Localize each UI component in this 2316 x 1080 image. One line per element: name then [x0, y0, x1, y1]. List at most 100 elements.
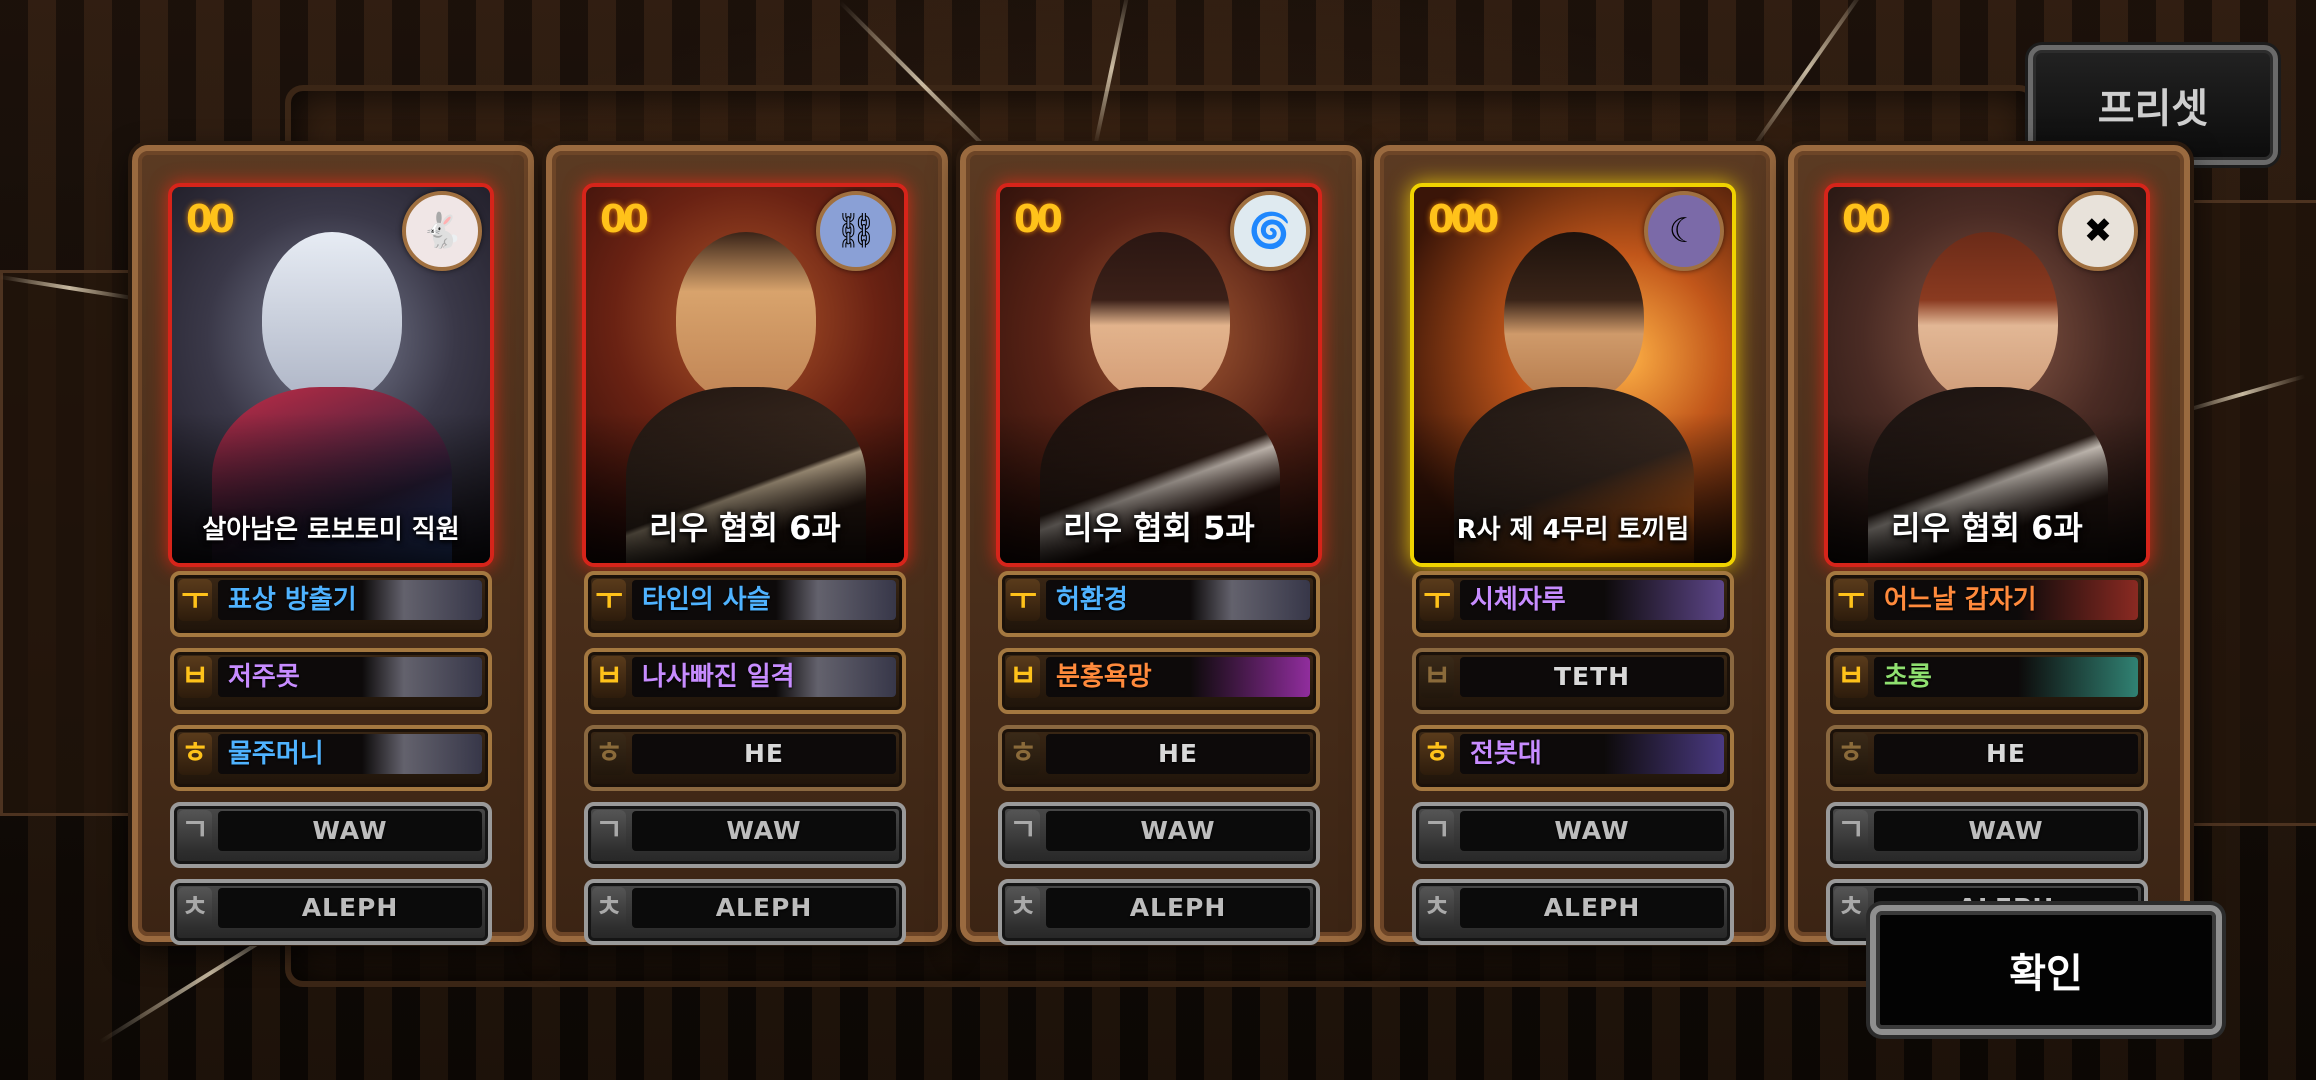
ego-thumbnail: [1604, 734, 1724, 774]
ego-bar: 저주못: [218, 657, 482, 697]
sinner-card[interactable]: 00 🐇 살아남은 로보토미 직원 ㅜ 표상 방출기 ㅂ 저주못 ㅎ 물주머니 ㄱ WA…: [132, 145, 534, 945]
portrait-figure: [1918, 232, 2058, 402]
ego-slot-aleph[interactable]: ㅊ ALEPH: [584, 879, 906, 945]
ego-label: 전봇대: [1470, 739, 1542, 769]
ego-label: HE: [1985, 739, 2026, 768]
waw-tier-icon: ㄱ: [1006, 810, 1040, 852]
waw-tier-icon: ㄱ: [1834, 810, 1868, 852]
ego-slot-waw[interactable]: ㄱ WAW: [170, 802, 492, 868]
teth-tier-icon: ㅂ: [1834, 656, 1868, 698]
ego-bar: HE: [1874, 734, 2138, 774]
stripe-emblem-icon: ✖: [2058, 191, 2138, 271]
ego-label: ALEPH: [715, 893, 813, 922]
rabbit-emblem-icon: 🐇: [402, 191, 482, 271]
ego-bar: HE: [1046, 734, 1310, 774]
sinner-card[interactable]: 00 ✖ 리우 협회 6과 ㅜ어느날 갑자기 ㅂ초롱 ㅎHE ㄱWAW ㅊALE…: [1788, 145, 2190, 945]
zayin-tier-icon: ㅜ: [1834, 579, 1868, 621]
waw-tier-icon: ㄱ: [178, 810, 212, 852]
ego-slot-waw[interactable]: ㄱ WAW: [1412, 802, 1734, 868]
ego-bar: WAW: [1874, 811, 2138, 851]
ego-slot-he[interactable]: ㅎ HE: [584, 725, 906, 791]
ego-bar: 물주머니: [218, 734, 482, 774]
ego-label: ALEPH: [301, 893, 399, 922]
ego-label: 타인의 사슬: [642, 585, 771, 615]
rank-indicator: 00: [600, 197, 649, 241]
ego-slot-aleph[interactable]: ㅊ ALEPH: [1412, 879, 1734, 945]
ego-slot-waw[interactable]: ㄱ WAW: [1826, 802, 2148, 868]
ego-slot-aleph[interactable]: ㅊ ALEPH: [998, 879, 1320, 945]
card-row: 00 🐇 살아남은 로보토미 직원 ㅜ 표상 방출기 ㅂ 저주못 ㅎ 물주머니 ㄱ WA…: [132, 145, 2190, 945]
ego-slot-he[interactable]: ㅎ HE: [998, 725, 1320, 791]
ego-bar: ALEPH: [1460, 888, 1724, 928]
ego-slot-teth[interactable]: ㅂ 저주못: [170, 648, 492, 714]
aleph-tier-icon: ㅊ: [1006, 887, 1040, 929]
card-portrait: 00 ⛓ 리우 협회 6과: [582, 183, 908, 567]
ego-bar: HE: [632, 734, 896, 774]
ego-slot-teth[interactable]: ㅂ TETH: [1412, 648, 1734, 714]
ego-thumbnail: [1190, 657, 1310, 697]
ego-slot-teth[interactable]: ㅂ 분홍욕망: [998, 648, 1320, 714]
ego-label: WAW: [312, 816, 388, 845]
sinner-card[interactable]: 00 ⛓ 리우 협회 6과 ㅜ 타인의 사슬 ㅂ 나사빠진 일격 ㅎ HE ㄱ WAW …: [546, 145, 948, 945]
sinner-card[interactable]: 00 🌀 리우 협회 5과 ㅜ 허환경 ㅂ 분홍욕망 ㅎ HE ㄱ WAW ㅊ ALEPH: [960, 145, 1362, 945]
zayin-tier-icon: ㅜ: [178, 579, 212, 621]
ego-slot-teth[interactable]: ㅂ 초롱: [1826, 648, 2148, 714]
sinner-card[interactable]: 000 ☾ R사 제 4무리 토끼팀 ㅜ 시체자루 ㅂ TETH ㅎ 전봇대 ㄱ WAW…: [1374, 145, 1776, 945]
card-portrait: 000 ☾ R사 제 4무리 토끼팀: [1410, 183, 1736, 567]
confirm-button[interactable]: 확인: [1870, 905, 2222, 1035]
waw-tier-icon: ㄱ: [1420, 810, 1454, 852]
ego-label: ALEPH: [1543, 893, 1641, 922]
ego-slots: ㅜ 표상 방출기 ㅂ 저주못 ㅎ 물주머니 ㄱ WAW ㅊ ALEPH: [170, 571, 492, 956]
rank-indicator: 00: [1014, 197, 1063, 241]
background-box-right: [2190, 200, 2316, 826]
aleph-tier-icon: ㅊ: [178, 887, 212, 929]
waw-tier-icon: ㄱ: [592, 810, 626, 852]
ego-bar: 전봇대: [1460, 734, 1724, 774]
ego-bar: WAW: [1460, 811, 1724, 851]
ego-label: 표상 방출기: [228, 585, 357, 615]
ego-label: WAW: [1140, 816, 1216, 845]
teth-tier-icon: ㅂ: [178, 656, 212, 698]
ego-slot-teth[interactable]: ㅂ 나사빠진 일격: [584, 648, 906, 714]
ego-slot-zayin[interactable]: ㅜ 시체자루: [1412, 571, 1734, 637]
ego-slots: ㅜ 타인의 사슬 ㅂ 나사빠진 일격 ㅎ HE ㄱ WAW ㅊ ALEPH: [584, 571, 906, 956]
ego-thumbnail: [1190, 580, 1310, 620]
card-name: 리우 협회 6과: [1891, 509, 2083, 547]
teth-tier-icon: ㅂ: [592, 656, 626, 698]
ego-slot-he[interactable]: ㅎ 물주머니: [170, 725, 492, 791]
aleph-tier-icon: ㅊ: [592, 887, 626, 929]
rank-indicator: 000: [1428, 197, 1499, 241]
card-name: 살아남은 로보토미 직원: [202, 515, 460, 545]
ego-label: HE: [1157, 739, 1198, 768]
ego-bar: WAW: [632, 811, 896, 851]
ego-label: HE: [743, 739, 784, 768]
ego-slot-zayin[interactable]: ㅜ 허환경: [998, 571, 1320, 637]
portrait-figure: [1504, 232, 1644, 402]
ego-thumbnail: [776, 580, 896, 620]
ego-label: 물주머니: [228, 739, 324, 769]
ego-slot-waw[interactable]: ㄱ WAW: [998, 802, 1320, 868]
card-portrait: 00 ✖ 리우 협회 6과: [1824, 183, 2150, 567]
chain-emblem-icon: ⛓: [816, 191, 896, 271]
he-tier-icon: ㅎ: [1006, 733, 1040, 775]
ego-slot-he[interactable]: ㅎ HE: [1826, 725, 2148, 791]
ego-bar: 허환경: [1046, 580, 1310, 620]
ego-bar: 타인의 사슬: [632, 580, 896, 620]
ego-bar: WAW: [1046, 811, 1310, 851]
ego-slot-aleph[interactable]: ㅊ ALEPH: [170, 879, 492, 945]
ego-label: 분홍욕망: [1056, 662, 1152, 692]
ego-slot-zayin[interactable]: ㅜ 표상 방출기: [170, 571, 492, 637]
ego-bar: ALEPH: [632, 888, 896, 928]
ego-slot-zayin[interactable]: ㅜ 어느날 갑자기: [1826, 571, 2148, 637]
aleph-tier-icon: ㅊ: [1834, 887, 1868, 929]
portrait-figure: [1090, 232, 1230, 402]
ego-slots: ㅜ 허환경 ㅂ 분홍욕망 ㅎ HE ㄱ WAW ㅊ ALEPH: [998, 571, 1320, 956]
he-tier-icon: ㅎ: [178, 733, 212, 775]
ego-slot-he[interactable]: ㅎ 전봇대: [1412, 725, 1734, 791]
ego-label: TETH: [1553, 662, 1631, 691]
ego-slots: ㅜ어느날 갑자기 ㅂ초롱 ㅎHE ㄱWAW ㅊALEPH: [1826, 571, 2148, 956]
ego-label: 허환경: [1056, 585, 1128, 615]
ego-slot-zayin[interactable]: ㅜ 타인의 사슬: [584, 571, 906, 637]
ego-slot-waw[interactable]: ㄱ WAW: [584, 802, 906, 868]
ego-bar: 표상 방출기: [218, 580, 482, 620]
